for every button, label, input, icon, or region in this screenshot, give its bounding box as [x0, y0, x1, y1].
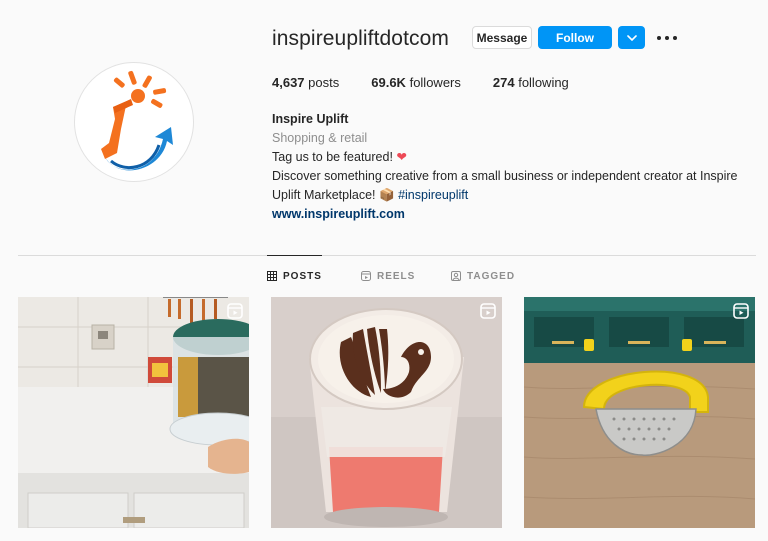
profile-stats: 4,637 posts 69.6K followers 274 followin… — [272, 75, 601, 90]
dot — [657, 36, 661, 40]
bio-line-1-text: Tag us to be featured! — [272, 150, 393, 164]
profile-name: Inspire Uplift — [272, 112, 349, 126]
storage-container-photo — [18, 297, 249, 528]
dot — [673, 36, 677, 40]
chevron-down-icon — [626, 34, 637, 41]
tab-posts[interactable]: POSTS — [267, 255, 322, 296]
following-label: following — [518, 75, 569, 90]
followers-stat[interactable]: 69.6K followers — [371, 75, 461, 90]
followers-label: followers — [409, 75, 461, 90]
profile-avatar[interactable] — [74, 62, 194, 182]
post-thumbnail[interactable] — [18, 297, 249, 528]
tab-tagged-label: TAGGED — [467, 270, 516, 282]
tab-reels-label: REELS — [377, 270, 416, 282]
tab-reels[interactable]: REELS — [361, 256, 415, 296]
bio-line-1: Tag us to be featured! ❤ — [272, 148, 752, 167]
bio-line-2-text: Discover something creative from a small… — [272, 169, 738, 202]
posts-stat: 4,637 posts — [272, 75, 339, 90]
package-emoji-icon: 📦 — [379, 188, 395, 202]
reel-icon — [227, 303, 243, 319]
heart-emoji-icon: ❤ — [396, 150, 407, 164]
tab-tagged[interactable]: TAGGED — [451, 256, 515, 296]
follow-button[interactable]: Follow — [538, 26, 612, 49]
grid-icon — [267, 271, 277, 281]
profile-tabs: POSTS REELS TAGGED — [0, 255, 768, 296]
inspire-uplift-logo-icon — [101, 70, 173, 171]
message-button[interactable]: Message — [472, 26, 532, 49]
yellow-grater-photo — [524, 297, 755, 528]
latte-art-photo — [271, 297, 502, 528]
following-stat[interactable]: 274 following — [493, 75, 569, 90]
hashtag-link[interactable]: #inspireuplift — [398, 188, 468, 202]
posts-count: 4,637 — [272, 75, 305, 90]
tab-posts-label: POSTS — [283, 270, 322, 282]
reel-icon — [480, 303, 496, 319]
profile-category: Shopping & retail — [272, 131, 368, 145]
following-count: 274 — [492, 75, 515, 90]
profile-username: inspireupliftdotcom — [272, 27, 449, 50]
reel-icon — [733, 303, 749, 319]
suggested-dropdown-button[interactable] — [618, 26, 645, 49]
reels-icon — [361, 271, 371, 281]
post-thumbnail[interactable] — [524, 297, 755, 528]
dot — [665, 36, 669, 40]
tagged-icon — [451, 271, 461, 281]
posts-label: posts — [308, 75, 340, 90]
website-link[interactable]: www.inspireuplift.com — [272, 205, 752, 224]
more-options-icon[interactable] — [657, 32, 677, 44]
profile-bio: Inspire Uplift Shopping & retail Tag us … — [272, 110, 752, 224]
followers-count: 69.6K — [371, 75, 406, 90]
post-thumbnail[interactable] — [271, 297, 502, 528]
bio-line-2: Discover something creative from a small… — [272, 167, 752, 205]
